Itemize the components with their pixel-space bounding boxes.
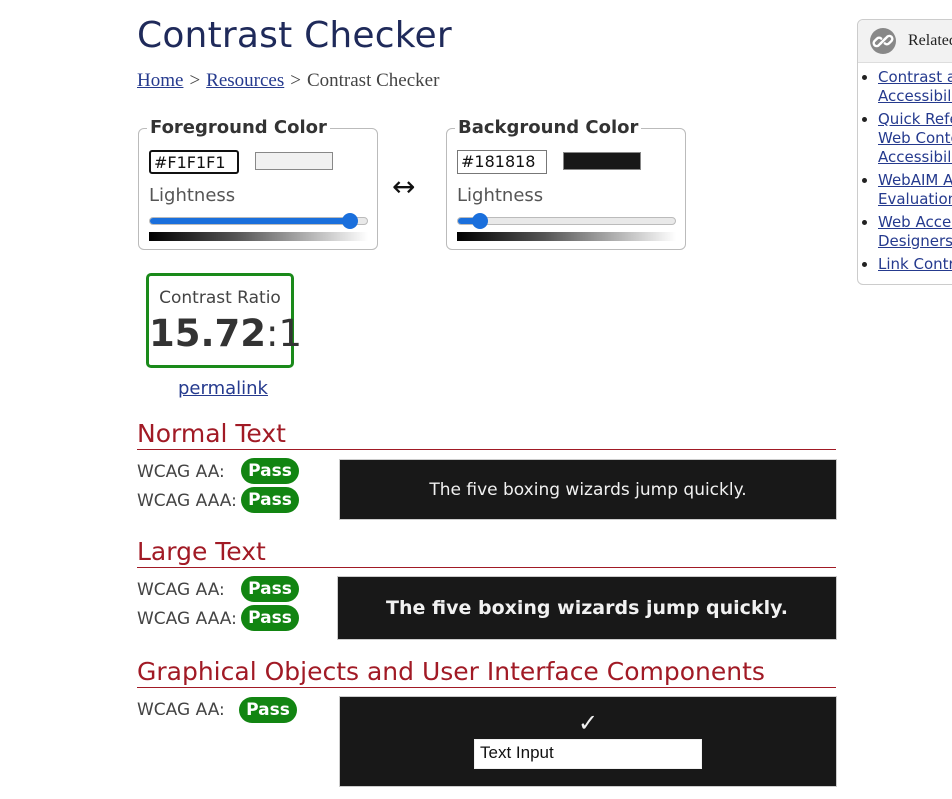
related-item-webaim: WebAIM AEvaluation [878,171,952,209]
related-item-quick-reference: Quick RefeWeb ConteAccessibilit [878,110,952,167]
contrast-ratio-value: 15.72:1 [149,312,302,355]
contrast-ratio-suffix: :1 [266,312,303,355]
related-link-link-contrast[interactable]: Link Contra [878,255,952,273]
permalink-link[interactable]: permalink [178,378,268,399]
foreground-color-swatch[interactable] [255,152,333,170]
related-header: Related [858,20,952,63]
normal-text-preview: The five boxing wizards jump quickly. [339,459,837,520]
foreground-lightness-gradient [149,232,368,241]
graphical-aa-label: WCAG AA: [137,700,225,720]
foreground-color-panel: Foreground Color #F1F1F1 Lightness [138,117,378,250]
page-title: Contrast Checker [137,15,452,56]
breadcrumb-separator: > [290,70,301,91]
related-link-webaim[interactable]: WebAIM A Evaluation [878,171,952,208]
graphical-aa-pass-badge: Pass [239,697,297,723]
related-resources-panel: Related Contrast aAccessibilit Quick Ref… [857,19,952,285]
related-link-quick-reference[interactable]: Quick RefeWeb ConteAccessibilit [878,110,952,166]
large-aa-pass-badge: Pass [241,576,299,602]
foreground-slider-thumb[interactable] [341,213,358,229]
background-slider-thumb[interactable] [471,213,488,229]
background-color-panel: Background Color #181818 Lightness [446,117,686,250]
large-aaa-label: WCAG AAA: [137,609,237,629]
contrast-ratio-box: Contrast Ratio 15.72:1 [146,273,302,368]
background-color-swatch[interactable] [563,152,641,170]
background-lightness-slider[interactable] [457,213,676,229]
foreground-slider-fill [150,218,350,224]
normal-aa-pass-badge: Pass [241,458,299,484]
large-text-heading: Large Text [137,537,836,568]
normal-aa-label: WCAG AA: [137,462,225,482]
foreground-lightness-slider[interactable] [149,213,368,229]
background-hex-input[interactable]: #181818 [457,150,547,174]
foreground-legend: Foreground Color [147,117,330,138]
breadcrumb-home-link[interactable]: Home [137,70,183,91]
normal-aaa-label: WCAG AAA: [137,491,237,511]
large-aa-label: WCAG AA: [137,580,225,600]
related-title: Related [908,32,952,49]
link-chain-icon [870,28,896,54]
normal-text-sample: The five boxing wizards jump quickly. [429,480,747,500]
breadcrumb-separator: > [189,70,201,91]
breadcrumb: Home > Resources > Contrast Checker [137,70,439,92]
related-item-web-accessibility-designers: Web AccesDesigners [878,213,952,251]
swap-colors-icon[interactable]: ↔ [392,170,415,203]
contrast-ratio-number: 15.72 [149,312,267,355]
graphical-objects-preview: ✓ Text Input [339,696,837,787]
related-links-list: Contrast aAccessibilit Quick RefeWeb Con… [858,68,952,278]
sample-text-input[interactable]: Text Input [474,739,702,769]
graphical-objects-heading: Graphical Objects and User Interface Com… [137,657,836,688]
normal-aaa-pass-badge: Pass [241,487,299,513]
breadcrumb-resources-link[interactable]: Resources [206,70,284,91]
foreground-hex-input[interactable]: #F1F1F1 [149,150,239,174]
large-aaa-pass-badge: Pass [241,605,299,631]
related-item-contrast: Contrast aAccessibilit [878,68,952,106]
large-text-sample: The five boxing wizards jump quickly. [386,597,788,619]
large-text-preview: The five boxing wizards jump quickly. [337,576,837,640]
background-legend: Background Color [455,117,642,138]
background-lightness-label: Lightness [457,185,544,206]
checkmark-icon: ✓ [577,709,599,737]
breadcrumb-current: Contrast Checker [306,70,440,91]
normal-text-heading: Normal Text [137,419,836,450]
related-item-link-contrast: Link Contra [878,255,952,274]
contrast-ratio-label: Contrast Ratio [159,288,281,308]
related-link-contrast[interactable]: Contrast aAccessibilit [878,68,952,105]
background-lightness-gradient [457,232,676,241]
related-link-web-accessibility-designers[interactable]: Web Acces Designers [878,213,952,250]
foreground-lightness-label: Lightness [149,185,236,206]
